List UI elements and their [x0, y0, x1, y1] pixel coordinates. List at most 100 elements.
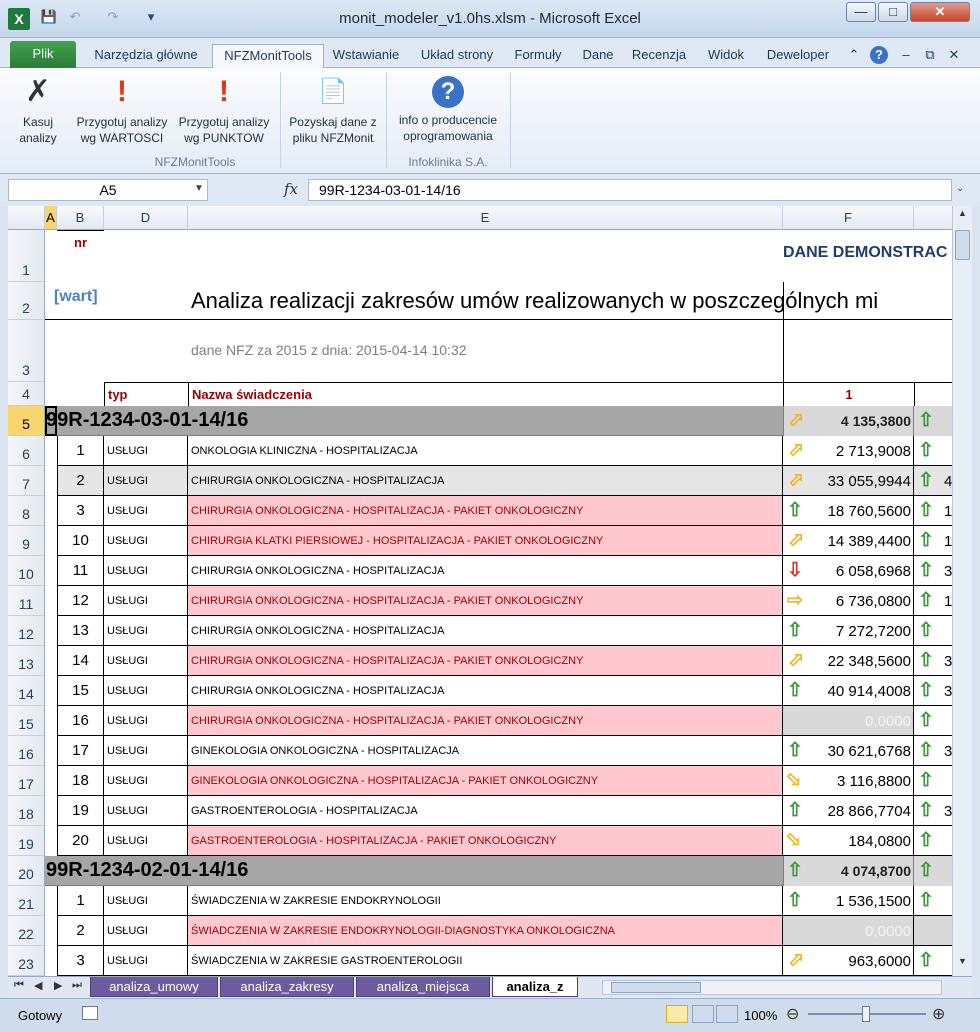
tab-plik[interactable]: Plik: [10, 41, 76, 68]
cell-value[interactable]: 3 116,8800: [807, 773, 911, 790]
row-header-16[interactable]: 16: [8, 736, 45, 766]
cell-name[interactable]: GASTROENTEROLOGIA - HOSPITALIZACJA - PAK…: [188, 826, 783, 856]
row-header-2[interactable]: 2: [8, 282, 45, 320]
cell-value[interactable]: 33 055,9944: [807, 473, 911, 490]
cell-value[interactable]: 184,0800: [807, 833, 911, 850]
cell-name[interactable]: CHIRURGIA ONKOLOGICZNA - HOSPITALIZACJA: [188, 616, 783, 646]
row-header-13[interactable]: 13: [8, 646, 45, 676]
cell-nr[interactable]: 15: [57, 676, 104, 706]
row-header-6[interactable]: 6: [8, 436, 45, 466]
tab-recenzja[interactable]: Recenzja: [626, 44, 692, 68]
help-icon[interactable]: ?: [870, 46, 888, 64]
cell-value[interactable]: 0,0000: [807, 713, 911, 730]
column-header-f[interactable]: F: [783, 206, 914, 230]
cell-value[interactable]: 2 713,9008: [807, 443, 911, 460]
cell-typ[interactable]: USŁUGI: [104, 946, 188, 976]
cell-name[interactable]: CHIRURGIA ONKOLOGICZNA - HOSPITALIZACJA …: [188, 586, 783, 616]
zoom-out-icon[interactable]: ⊖: [786, 1004, 799, 1024]
cell-typ[interactable]: USŁUGI: [104, 616, 188, 646]
column-header-e[interactable]: E: [188, 206, 783, 230]
vertical-scrollbar[interactable]: ▲ ▼: [952, 206, 972, 976]
row-header-12[interactable]: 12: [8, 616, 45, 646]
cell-value[interactable]: 6 058,6968: [807, 563, 911, 580]
cell-typ[interactable]: USŁUGI: [104, 586, 188, 616]
cell-nr[interactable]: 11: [57, 556, 104, 586]
tab-formuly[interactable]: Formuły: [506, 44, 570, 68]
h-scroll-thumb[interactable]: [611, 982, 701, 993]
cell-value[interactable]: 30 621,6768: [807, 743, 911, 760]
cell-nr[interactable]: 3: [57, 496, 104, 526]
scroll-thumb[interactable]: [955, 230, 970, 260]
active-cell-a5[interactable]: [45, 406, 57, 436]
cell-typ[interactable]: USŁUGI: [104, 766, 188, 796]
first-sheet-icon[interactable]: ⏮: [14, 979, 24, 992]
cell-typ[interactable]: USŁUGI: [104, 826, 188, 856]
cell-name[interactable]: ONKOLOGIA KLINICZNA - HOSPITALIZACJA: [188, 436, 783, 466]
sheet-tab-analiza-umowy[interactable]: analiza_umowy: [90, 977, 218, 997]
row-header-9[interactable]: 9: [8, 526, 45, 556]
row-header-3[interactable]: 3: [8, 320, 45, 382]
last-sheet-icon[interactable]: ⏭: [72, 979, 82, 992]
przygotuj-wartosci-button[interactable]: ! Przygotuj analizy wg WARTOSCI: [72, 74, 172, 146]
cell-value[interactable]: 28 866,7704: [807, 803, 911, 820]
restore-workbook-icon[interactable]: ⧉: [922, 44, 938, 68]
close-workbook-icon[interactable]: ✕: [946, 44, 962, 68]
cell-name[interactable]: GASTROENTEROLOGIA - HOSPITALIZACJA: [188, 796, 783, 826]
cell-typ[interactable]: USŁUGI: [104, 916, 188, 946]
cell-typ[interactable]: USŁUGI: [104, 886, 188, 916]
cell-nr[interactable]: 2: [57, 466, 104, 496]
cell-name[interactable]: CHIRURGIA ONKOLOGICZNA - HOSPITALIZACJA …: [188, 706, 783, 736]
worksheet-grid[interactable]: A B D E F 1 DANE DEMONSTRAC 2 [wart] Analiza…: [8, 206, 952, 976]
sheet-tab-analiza-zakresy[interactable]: analiza_zakresy: [220, 977, 354, 997]
cell-typ[interactable]: USŁUGI: [104, 556, 188, 586]
cell-value[interactable]: 7 272,7200: [807, 623, 911, 640]
cell-typ[interactable]: USŁUGI: [104, 646, 188, 676]
row-header-11[interactable]: 11: [8, 586, 45, 616]
prev-sheet-icon[interactable]: ◀: [34, 979, 42, 992]
select-all-corner[interactable]: [8, 206, 45, 230]
column-header-a[interactable]: A: [45, 206, 57, 230]
pozyskaj-dane-button[interactable]: 📄 Pozyskaj dane z pliku NFZMonit: [284, 74, 382, 146]
cell-nr[interactable]: 14: [57, 646, 104, 676]
cell-name[interactable]: ŚWIADCZENIA W ZAKRESIE GASTROENTEROLOGII: [188, 946, 783, 976]
collapse-ribbon-icon[interactable]: ⌃: [846, 44, 862, 68]
cell-typ[interactable]: USŁUGI: [104, 706, 188, 736]
zoom-slider-thumb[interactable]: [862, 1006, 870, 1022]
minimize-button[interactable]: —: [846, 2, 876, 22]
zoom-level[interactable]: 100%: [744, 1008, 777, 1023]
cell-value[interactable]: 18 760,5600: [807, 503, 911, 520]
cell-nr[interactable]: 13: [57, 616, 104, 646]
cell-nr[interactable]: 16: [57, 706, 104, 736]
cell-typ[interactable]: USŁUGI: [104, 496, 188, 526]
cell-nr[interactable]: 20: [57, 826, 104, 856]
cell-name[interactable]: ŚWIADCZENIA W ZAKRESIE ENDOKRYNOLOGII: [188, 886, 783, 916]
tab-deweloper[interactable]: Deweloper: [760, 44, 836, 68]
cell-nr[interactable]: 2: [57, 916, 104, 946]
row-header-4[interactable]: 4: [8, 382, 45, 406]
row-header-1[interactable]: 1: [8, 230, 45, 282]
cell-nr[interactable]: 1: [57, 886, 104, 916]
grid-body[interactable]: 1 DANE DEMONSTRAC 2 [wart] Analiza realizacj…: [8, 230, 952, 976]
group-code[interactable]: 99R-1234-03-01-14/16: [46, 409, 248, 432]
column-header-d[interactable]: D: [104, 206, 188, 230]
row-header-10[interactable]: 10: [8, 556, 45, 586]
cell-name[interactable]: CHIRURGIA ONKOLOGICZNA - HOSPITALIZACJA …: [188, 496, 783, 526]
cell-typ[interactable]: USŁUGI: [104, 676, 188, 706]
fx-icon[interactable]: fx: [284, 180, 298, 198]
tab-uklad-strony[interactable]: Układ strony: [412, 44, 502, 68]
scroll-down-icon[interactable]: ▼: [955, 956, 970, 972]
tab-wstawianie[interactable]: Wstawianie: [326, 44, 406, 68]
cell-name[interactable]: CHIRURGIA ONKOLOGICZNA - HOSPITALIZACJA: [188, 466, 783, 496]
cell-nr[interactable]: 17: [57, 736, 104, 766]
sheet-tab-analiza-z[interactable]: analiza_z: [492, 977, 578, 997]
page-break-view-icon[interactable]: [716, 1005, 738, 1023]
cell-typ[interactable]: USŁUGI: [104, 736, 188, 766]
formula-input[interactable]: 99R-1234-03-01-14/16: [308, 179, 952, 201]
cell-name[interactable]: ŚWIADCZENIA W ZAKRESIE ENDOKRYNOLOGII-DI…: [188, 916, 783, 946]
page-layout-view-icon[interactable]: [692, 1005, 714, 1023]
tab-dane[interactable]: Dane: [576, 44, 620, 68]
group-code[interactable]: 99R-1234-02-01-14/16: [46, 859, 248, 882]
row-header-22[interactable]: 22: [8, 916, 45, 946]
horizontal-scrollbar[interactable]: [602, 980, 942, 995]
maximize-button[interactable]: □: [878, 2, 908, 22]
